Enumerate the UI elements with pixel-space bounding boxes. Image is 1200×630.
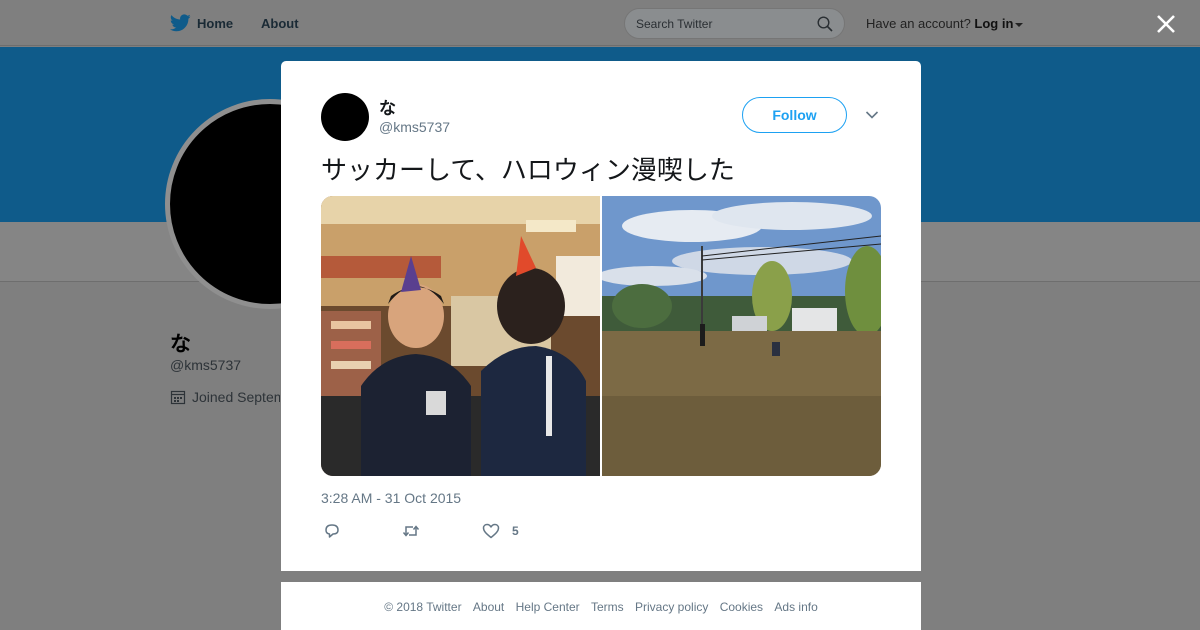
footer-link-cookies[interactable]: Cookies [720, 600, 763, 614]
footer-link-help-center[interactable]: Help Center [516, 600, 580, 614]
nav-home-link[interactable]: Home [197, 16, 233, 31]
profile-handle[interactable]: @kms5737 [170, 357, 241, 373]
nav-about-link[interactable]: About [261, 16, 299, 31]
calendar-icon [170, 390, 186, 405]
tweet-author-name[interactable]: な [379, 94, 396, 119]
footer-link-terms[interactable]: Terms [591, 600, 624, 614]
follow-button[interactable]: Follow [742, 97, 847, 133]
twitter-bird-icon[interactable] [170, 14, 191, 32]
retweet-icon [402, 525, 420, 537]
reply-icon [325, 524, 339, 538]
footer-links: © 2018 Twitter About Help Center Terms P… [281, 600, 921, 614]
have-account-text: Have an account? [866, 16, 971, 31]
search-input[interactable] [636, 15, 806, 33]
profile-joined: Joined September [170, 389, 280, 405]
tweet-media [321, 196, 881, 476]
footer-link-privacy-policy[interactable]: Privacy policy [635, 600, 708, 614]
joined-text: Joined September [192, 389, 280, 405]
chevron-down-icon[interactable] [865, 109, 879, 121]
retweet-button[interactable] [402, 522, 420, 540]
tweet-timestamp[interactable]: 3:28 AM - 31 Oct 2015 [321, 490, 461, 506]
search-icon[interactable] [817, 16, 833, 32]
photo-park-field[interactable] [602, 196, 881, 476]
top-navigation: Home About Have an account? Log in [0, 0, 1200, 46]
heart-icon [482, 523, 500, 539]
like-button[interactable] [482, 522, 500, 540]
like-count: 5 [512, 524, 519, 538]
reply-button[interactable] [323, 522, 341, 540]
tweet-author-avatar[interactable] [321, 93, 369, 141]
footer-link-about[interactable]: About [473, 600, 504, 614]
account-menu: Have an account? Log in [866, 16, 1024, 31]
photo-store-halloween[interactable] [321, 196, 600, 476]
footer-link-ads-info[interactable]: Ads info [774, 600, 817, 614]
tweet-text: サッカーして、ハロウィン漫喫した [321, 155, 735, 185]
profile-name: な [170, 333, 191, 356]
modal-footer: © 2018 Twitter About Help Center Terms P… [281, 582, 921, 630]
search-box [624, 8, 845, 39]
login-link[interactable]: Log in [974, 16, 1013, 31]
tweet-modal: な @kms5737 Follow サッカーして、ハロウィン漫喫した 3:28 … [281, 61, 921, 571]
tweet-author-handle[interactable]: @kms5737 [379, 119, 450, 135]
caret-down-icon[interactable] [1015, 22, 1024, 27]
close-icon[interactable] [1155, 13, 1177, 35]
footer-copyright: © 2018 Twitter [384, 600, 462, 614]
